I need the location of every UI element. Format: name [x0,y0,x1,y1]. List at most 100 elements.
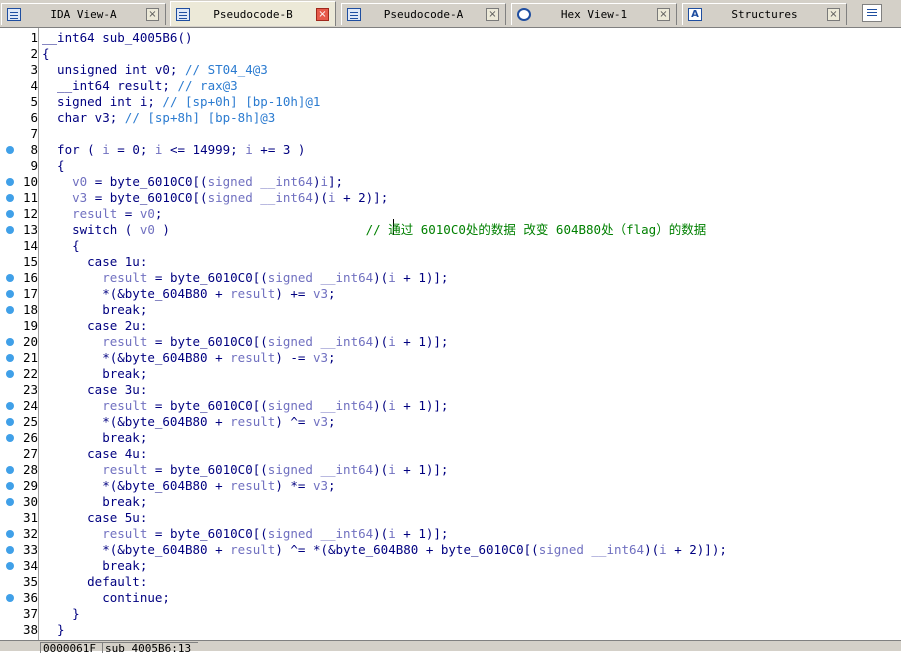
line-number: 21 [22,350,38,365]
line-number: 15 [22,254,38,269]
code-token: v3 [312,414,329,429]
code-line[interactable]: 3 unsigned int v0; // ST04_4@3 [0,62,901,78]
breakpoint-dot-icon[interactable] [6,290,14,298]
code-line[interactable]: 19 case 2u: [0,318,901,334]
code-token: ) += [275,286,313,301]
tab-hex-view-1[interactable]: Hex View-1 × [511,3,677,25]
breakpoint-dot-icon[interactable] [6,482,14,490]
code-line[interactable]: 37 } [0,606,901,622]
code-token: ; [154,206,163,221]
code-line[interactable]: 12 result = v0; [0,206,901,222]
code-token: = byte_6010C0[( [87,174,208,189]
code-line[interactable]: 9 { [0,158,901,174]
breakpoint-dot-icon[interactable] [6,594,14,602]
code-token: ; [328,478,336,493]
code-line[interactable]: 1 __int64 sub_4005B6() [0,30,901,46]
line-number: 10 [22,174,38,189]
breakpoint-dot-icon[interactable] [6,498,14,506]
code-line[interactable]: 38 } [0,622,901,638]
pseudocode-editor[interactable]: 1 __int64 sub_4005B6() 2{3 unsigned int v0… [0,28,901,640]
code-token: i [328,190,336,205]
code-line[interactable]: 14 { [0,238,901,254]
breakpoint-dot-icon[interactable] [6,562,14,570]
code-line[interactable]: 23 case 3u: [0,382,901,398]
code-line[interactable]: 35 default: [0,574,901,590]
code-line[interactable]: 33 *(&byte_604B80 + result) ^= *(&byte_6… [0,542,901,558]
status-bar: 0000061F sub_4005B6:13 [0,640,901,653]
tab-pseudocode-a[interactable]: Pseudocode-A × [341,3,506,25]
breakpoint-dot-icon[interactable] [6,178,14,186]
code-line[interactable]: 11 v3 = byte_6010C0[(signed __int64)(i +… [0,190,901,206]
breakpoint-dot-icon[interactable] [6,274,14,282]
breakpoint-dot-icon[interactable] [6,402,14,410]
code-text: v0 = byte_6010C0[(signed __int64)i]; [42,174,343,190]
breakpoint-dot-icon[interactable] [6,466,14,474]
code-line[interactable]: 24 result = byte_6010C0[(signed __int64)… [0,398,901,414]
code-line[interactable]: 36 continue; [0,590,901,606]
breakpoint-dot-icon[interactable] [6,226,14,234]
code-line[interactable]: 4 __int64 result; // rax@3 [0,78,901,94]
code-line[interactable]: 25 *(&byte_604B80 + result) ^= v3; [0,414,901,430]
code-text: case 2u: [42,318,147,334]
code-line[interactable]: 27 case 4u: [0,446,901,462]
code-line[interactable]: 22 break; [0,366,901,382]
code-text: { [42,238,80,254]
code-line[interactable]: 18 break; [0,302,901,318]
code-line[interactable]: 2{ [0,46,901,62]
tab-label: Structures [731,8,798,21]
tab-structures[interactable]: A Structures × [682,3,847,25]
breakpoint-dot-icon[interactable] [6,338,14,346]
close-icon[interactable]: × [316,7,329,21]
breakpoint-dot-icon[interactable] [6,210,14,218]
code-line[interactable]: 5 signed int i; // [sp+0h] [bp-10h]@1 [0,94,901,110]
code-line[interactable]: 16 result = byte_6010C0[(signed __int64)… [0,270,901,286]
breakpoint-dot-icon[interactable] [6,146,14,154]
tab-ida-view-a[interactable]: IDA View-A × [1,3,166,25]
code-line[interactable]: 6 char v3; // [sp+8h] [bp-8h]@3 [0,110,901,126]
code-line[interactable]: 15 case 1u: [0,254,901,270]
code-line[interactable]: 21 *(&byte_604B80 + result) -= v3; [0,350,901,366]
code-token: result [230,478,276,493]
code-token: break; [42,430,148,445]
breakpoint-dot-icon[interactable] [6,418,14,426]
code-line[interactable]: 8 for ( i = 0; i <= 14999; i += 3 ) [0,142,901,158]
breakpoint-dot-icon[interactable] [6,354,14,362]
tab-pseudocode-b[interactable]: Pseudocode-B × [170,1,336,26]
breakpoint-dot-icon[interactable] [6,306,14,314]
code-line[interactable]: 10 v0 = byte_6010C0[(signed __int64)i]; [0,174,901,190]
line-number: 23 [22,382,38,397]
breakpoint-dot-icon[interactable] [6,546,14,554]
code-token: break; [42,558,148,573]
code-line[interactable]: 32 result = byte_6010C0[(signed __int64)… [0,526,901,542]
code-line[interactable]: 13 switch ( v0 ) // 通过 6010C0处的数据 改变 604… [0,222,901,238]
code-token: { [42,238,80,253]
code-token: result [102,462,148,477]
close-icon[interactable]: × [657,8,670,21]
code-line[interactable]: 34 break; [0,558,901,574]
code-line[interactable]: 30 break; [0,494,901,510]
close-icon[interactable]: × [486,8,499,21]
line-number: 12 [22,206,38,221]
code-line[interactable]: 7 [0,126,901,142]
code-line[interactable]: 29 *(&byte_604B80 + result) *= v3; [0,478,901,494]
code-line[interactable]: 20 result = byte_6010C0[(signed __int64)… [0,334,901,350]
code-token: = byte_6010C0[( [147,398,268,413]
code-line[interactable]: 28 result = byte_6010C0[(signed __int64)… [0,462,901,478]
close-icon[interactable]: × [146,8,159,21]
breakpoint-dot-icon[interactable] [6,194,14,202]
line-number: 29 [22,478,38,493]
code-line[interactable]: 26 break; [0,430,901,446]
breakpoint-dot-icon[interactable] [6,530,14,538]
breakpoint-dot-icon[interactable] [6,434,14,442]
breakpoint-dot-icon[interactable] [6,370,14,378]
code-token: + 1)]; [395,398,449,413]
close-icon[interactable]: × [827,8,840,21]
code-token: ) ^= [275,414,313,429]
code-token: )( [373,334,389,349]
code-line[interactable]: 31 case 5u: [0,510,901,526]
code-line[interactable]: 17 *(&byte_604B80 + result) += v3; [0,286,901,302]
tab-list-icon[interactable] [862,4,882,22]
code-token: + 1)]; [395,334,449,349]
